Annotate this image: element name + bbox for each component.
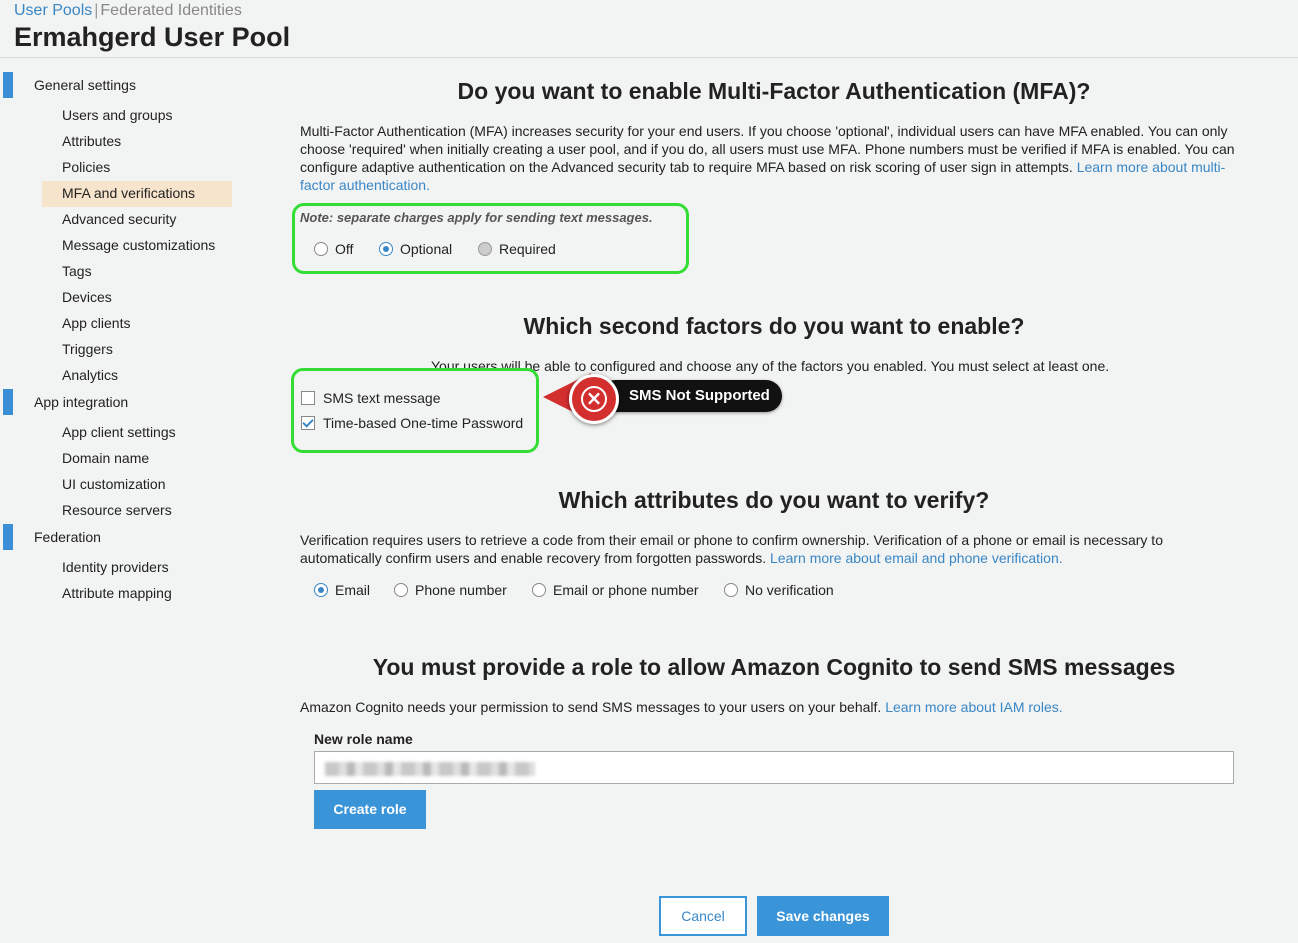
radio-label: Email or phone number: [553, 582, 699, 598]
sidebar-item-analytics[interactable]: Analytics: [42, 363, 232, 389]
radio-button[interactable]: [379, 242, 393, 256]
sidebar-item-attributes[interactable]: Attributes: [42, 129, 232, 155]
sidebar-section-app-integration[interactable]: App integration: [0, 389, 240, 415]
second-factors-highlight-box: [291, 368, 539, 453]
sidebar-item-label: UI customization: [62, 476, 166, 492]
radio-button[interactable]: [724, 583, 738, 597]
verify-radio-none[interactable]: No verification: [724, 582, 834, 598]
radio-label: No verification: [745, 582, 834, 598]
sidebar-item-label: Triggers: [62, 341, 113, 357]
breadcrumb: User Pools | Federated Identities: [14, 2, 242, 20]
section-accent-bar: [3, 389, 13, 415]
role-name-input[interactable]: [314, 751, 1234, 784]
sidebar-item-label: Identity providers: [62, 559, 169, 575]
checkbox[interactable]: [301, 416, 315, 430]
redacted-value: [325, 762, 535, 776]
mfa-radio-required: Required: [478, 241, 556, 257]
page-header: User Pools | Federated Identities Ermahger…: [0, 0, 1298, 58]
sidebar-section-federation[interactable]: Federation: [0, 524, 240, 550]
checkbox-label: Time-based One-time Password: [323, 415, 524, 431]
radio-label: Optional: [400, 241, 453, 257]
mfa-heading: Do you want to enable Multi-Factor Authe…: [457, 78, 1091, 104]
sidebar-item-app-clients[interactable]: App clients: [42, 311, 232, 337]
checkbox[interactable]: [301, 391, 315, 405]
sidebar-section-general-settings[interactable]: General settings: [0, 72, 240, 98]
sidebar-item-label: Analytics: [62, 367, 119, 383]
sidebar-item-ui-customization[interactable]: UI customization: [42, 472, 232, 498]
role-name-label: New role name: [314, 731, 413, 747]
verify-radio-email[interactable]: Email: [314, 582, 370, 598]
iam-learn-more-link[interactable]: Learn more about IAM roles.: [885, 699, 1062, 715]
totp-checkbox[interactable]: Time-based One-time Password: [301, 415, 523, 431]
sidebar-item-users-and-groups[interactable]: Users and groups: [42, 103, 232, 129]
radio-button[interactable]: [394, 583, 408, 597]
sidebar-item-resource-servers[interactable]: Resource servers: [42, 498, 232, 524]
verify-learn-more-link[interactable]: Learn more about email and phone verific…: [770, 550, 1063, 566]
sidebar-item-tags[interactable]: Tags: [42, 259, 232, 285]
sidebar-item-label: Resource servers: [62, 502, 172, 518]
second-factors-heading: Which second factors do you want to enab…: [523, 313, 1025, 339]
sidebar-item-label: Users and groups: [62, 107, 173, 123]
role-description-text: Amazon Cognito needs your permission to …: [300, 699, 882, 715]
save-changes-button[interactable]: Save changes: [757, 896, 889, 936]
sms-charges-note: Note: separate charges apply for sending…: [300, 210, 653, 225]
x-circle-icon: ×: [581, 386, 607, 412]
sidebar-item-label: App clients: [62, 315, 131, 331]
sidebar-item-attribute-mapping[interactable]: Attribute mapping: [42, 581, 232, 607]
radio-button[interactable]: [314, 583, 328, 597]
sidebar-item-label: MFA and verifications: [62, 185, 196, 201]
mfa-radio-optional[interactable]: Optional: [379, 241, 452, 257]
callout-label: SMS Not Supported: [600, 380, 782, 412]
sidebar-item-label: Devices: [62, 289, 112, 305]
sidebar-item-identity-providers[interactable]: Identity providers: [42, 555, 232, 581]
radio-button[interactable]: [314, 242, 328, 256]
sidebar-item-label: Attributes: [62, 133, 122, 149]
sidebar-item-triggers[interactable]: Triggers: [42, 337, 232, 363]
sidebar-item-label: Domain name: [62, 450, 150, 466]
sidebar-item-label: Advanced security: [62, 211, 177, 227]
callout-badge: ×: [569, 374, 619, 424]
verify-description: Verification requires users to retrieve …: [300, 531, 1200, 567]
role-heading: You must provide a role to allow Amazon …: [372, 654, 1176, 680]
sms-text-message-checkbox[interactable]: SMS text message: [301, 390, 441, 406]
sidebar-item-mfa-and-verifications[interactable]: MFA and verifications: [42, 181, 232, 207]
section-accent-bar: [3, 72, 13, 98]
breadcrumb-user-pools[interactable]: User Pools: [14, 2, 92, 19]
sidebar-item-app-client-settings[interactable]: App client settings: [42, 420, 232, 446]
radio-label: Email: [335, 582, 371, 598]
radio-label: Phone number: [415, 582, 507, 598]
section-accent-bar: [3, 524, 13, 550]
breadcrumb-federated-identities[interactable]: Federated Identities: [100, 2, 241, 19]
radio-label: Required: [499, 241, 556, 257]
verify-radio-phone[interactable]: Phone number: [394, 582, 507, 598]
sidebar-item-label: Attribute mapping: [62, 585, 172, 601]
verify-radio-email-or-phone[interactable]: Email or phone number: [532, 582, 699, 598]
sidebar-item-domain-name[interactable]: Domain name: [42, 446, 232, 472]
checkbox-label: SMS text message: [323, 390, 441, 406]
sidebar-item-label: Policies: [62, 159, 111, 175]
sidebar-item-label: Message customizations: [62, 237, 216, 253]
sidebar-item-label: Tags: [62, 263, 92, 279]
radio-label: Off: [335, 241, 354, 257]
sidebar-item-advanced-security[interactable]: Advanced security: [42, 207, 232, 233]
mfa-description: Multi-Factor Authentication (MFA) increa…: [300, 122, 1250, 194]
sidebar-section-label: App integration: [34, 394, 129, 410]
sidebar-item-message-customizations[interactable]: Message customizations: [42, 233, 232, 259]
cancel-button[interactable]: Cancel: [659, 896, 747, 936]
radio-button[interactable]: [532, 583, 546, 597]
radio-button: [478, 242, 492, 256]
sidebar-section-label: Federation: [34, 529, 101, 545]
page-title: Ermahgerd User Pool: [14, 22, 291, 52]
verify-heading: Which attributes do you want to verify?: [558, 487, 990, 513]
mfa-radio-off[interactable]: Off: [314, 241, 353, 257]
sidebar-section-label: General settings: [34, 77, 136, 93]
sidebar-item-policies[interactable]: Policies: [42, 155, 232, 181]
create-role-button[interactable]: Create role: [314, 790, 426, 829]
role-description: Amazon Cognito needs your permission to …: [300, 698, 1250, 716]
breadcrumb-separator: |: [94, 2, 99, 19]
sidebar-item-label: App client settings: [62, 424, 176, 440]
sidebar-item-devices[interactable]: Devices: [42, 285, 232, 311]
